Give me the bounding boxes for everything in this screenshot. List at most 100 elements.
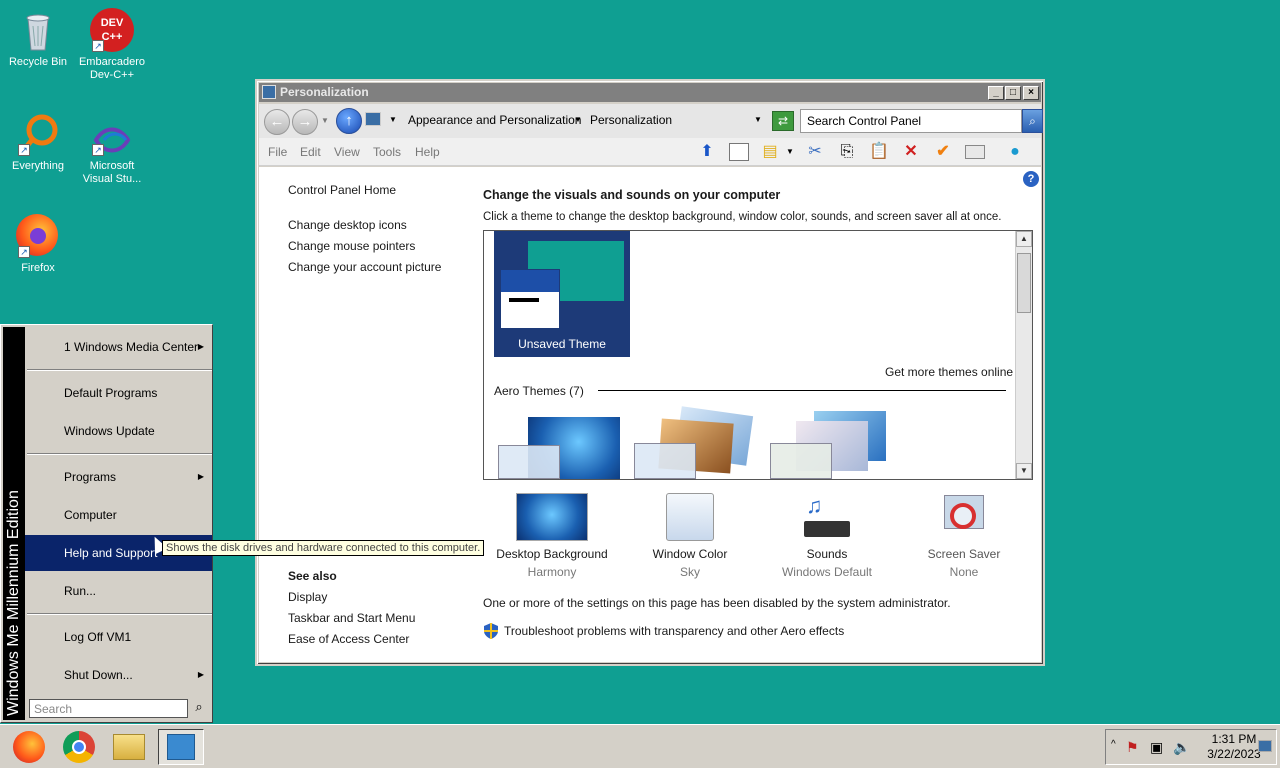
search-icon[interactable]: ⌕ [190, 699, 208, 718]
link-change-mouse-pointers[interactable]: Change mouse pointers [288, 239, 415, 253]
menu-edit[interactable]: Edit [300, 145, 321, 159]
action-center-icon[interactable]: ⚑ [1126, 739, 1139, 756]
volume-muted-icon[interactable]: 🔈 [1173, 739, 1190, 756]
taskbar: ^ ⚑ ▣ 🔈 1:31 PM 3/22/2023 [0, 724, 1280, 768]
aero-themes-header: Aero Themes (7) [494, 384, 584, 398]
taskbar-control-panel[interactable] [158, 729, 204, 765]
recent-pages-dropdown-icon[interactable]: ▼ [321, 116, 329, 125]
checkmark-icon[interactable]: ✔ [932, 141, 954, 163]
start-item-label: Help and Support [64, 546, 158, 560]
start-item-windows-update[interactable]: Windows Update [25, 413, 212, 449]
up-folder-button[interactable]: ↑ [336, 108, 362, 134]
clock[interactable]: 1:31 PM 3/22/2023 [1204, 732, 1264, 762]
back-button[interactable]: ← [264, 109, 290, 135]
page-heading: Change the visuals and sounds on your co… [483, 188, 781, 202]
search-icon[interactable]: ⌕ [1022, 109, 1043, 133]
link-change-account-picture[interactable]: Change your account picture [288, 260, 441, 274]
search-input[interactable]: Search Control Panel [800, 109, 1022, 133]
network-icon[interactable]: ▣ [1150, 739, 1163, 756]
folder-icon [113, 734, 145, 760]
taskbar-chrome[interactable] [60, 729, 98, 765]
up-arrow-icon[interactable]: ⬆ [696, 141, 718, 163]
desktop-icon-recycle-bin[interactable]: Recycle Bin [0, 8, 76, 69]
show-hidden-icons-icon[interactable]: ^ [1111, 739, 1116, 750]
start-separator [27, 613, 212, 615]
forward-button[interactable]: → [292, 109, 318, 135]
link-ease-of-access[interactable]: Ease of Access Center [288, 632, 409, 646]
paste-icon[interactable]: 📋 [868, 141, 890, 163]
shortcut-arrow-icon: ↗ [18, 144, 30, 156]
link-taskbar-start-menu[interactable]: Taskbar and Start Menu [288, 611, 415, 625]
link-control-panel-home[interactable]: Control Panel Home [288, 183, 396, 197]
show-desktop-icon[interactable] [1258, 740, 1272, 752]
taskbar-firefox[interactable] [10, 729, 48, 765]
window-title: Personalization [280, 85, 369, 99]
desktop-background-value: Harmony [527, 565, 577, 579]
menu-tools[interactable]: Tools [373, 145, 401, 159]
views-icon[interactable]: ▤ [759, 141, 781, 163]
shell-icon[interactable]: ● [1004, 141, 1026, 163]
close-button[interactable]: × [1023, 86, 1039, 100]
start-item-media-center[interactable]: 1 Windows Media Center ▶ [25, 329, 212, 365]
scroll-up-icon[interactable]: ▲ [1016, 231, 1032, 247]
scroll-down-icon[interactable]: ▼ [1016, 463, 1032, 479]
address-dropdown-icon[interactable]: ▼ [754, 115, 762, 124]
start-item-log-off[interactable]: Log Off VM1 [25, 619, 212, 655]
start-item-computer[interactable]: Computer [25, 497, 212, 533]
start-item-programs[interactable]: Programs ▶ [25, 459, 212, 495]
desktop-icon-visual-studio[interactable]: ↗ Microsoft Visual Stu... [74, 122, 150, 186]
group-divider [598, 390, 1006, 391]
desktop-icon-devcpp[interactable]: DEV C++ ↗ Embarcadero Dev-C++ [74, 8, 150, 82]
desktop-icon-firefox[interactable]: ↗ Firefox [0, 214, 76, 275]
sounds-icon: ♫ [802, 493, 852, 541]
desktop-background-setting[interactable]: Desktop Background Harmony [482, 493, 622, 579]
link-display[interactable]: Display [288, 590, 327, 604]
taskbar-explorer[interactable] [110, 729, 148, 765]
title-bar[interactable]: Personalization _ □ × [259, 83, 1041, 102]
chevron-down-icon[interactable]: ▼ [574, 115, 582, 124]
unsaved-theme-tile[interactable]: Unsaved Theme [494, 231, 630, 357]
clock-date: 3/22/2023 [1207, 747, 1261, 761]
link-troubleshoot-aero[interactable]: Troubleshoot problems with transparency … [504, 624, 844, 638]
aero-theme-architecture[interactable] [634, 406, 758, 479]
folders-pane-icon[interactable] [728, 141, 750, 163]
refresh-icon[interactable]: ⇄ [772, 111, 794, 131]
chevron-down-icon[interactable]: ▼ [389, 115, 397, 124]
maximize-button[interactable]: □ [1005, 86, 1021, 100]
cut-icon[interactable]: ✂ [804, 141, 826, 163]
link-change-desktop-icons[interactable]: Change desktop icons [288, 218, 407, 232]
start-item-default-programs[interactable]: Default Programs [25, 375, 212, 411]
aero-theme-windows7[interactable] [498, 417, 622, 479]
delete-icon[interactable]: ✕ [900, 141, 922, 163]
desktop-icon-everything[interactable]: ↗ Everything [0, 112, 76, 173]
control-panel-icon [365, 112, 381, 126]
breadcrumb-personalization[interactable]: Personalization [590, 113, 672, 127]
start-menu-banner-text: Windows Me Millennium Edition [5, 490, 22, 716]
minimize-button[interactable]: _ [988, 86, 1004, 100]
breadcrumb-appearance[interactable]: Appearance and Personalization [408, 113, 581, 127]
link-get-more-themes[interactable]: Get more themes online [885, 365, 1013, 379]
submenu-arrow-icon: ▶ [197, 670, 204, 679]
copy-icon[interactable]: ⎘ [836, 141, 858, 163]
start-item-shut-down[interactable]: Shut Down... ▶ [25, 657, 212, 693]
menu-view[interactable]: View [334, 145, 360, 159]
window-color-setting[interactable]: Window Color Sky [620, 493, 760, 579]
start-item-run[interactable]: Run... [25, 573, 212, 609]
properties-icon[interactable] [964, 141, 986, 163]
start-separator [27, 369, 212, 371]
help-icon[interactable]: ? [1023, 171, 1039, 187]
sounds-setting[interactable]: ♫ Sounds Windows Default [757, 493, 897, 579]
desktop-background-label: Desktop Background [496, 547, 608, 561]
shortcut-arrow-icon: ↗ [18, 246, 30, 258]
menu-help[interactable]: Help [415, 145, 440, 159]
start-search-input[interactable]: Search [29, 699, 188, 718]
menu-file[interactable]: File [268, 145, 287, 159]
scroll-thumb[interactable] [1017, 253, 1031, 313]
aero-theme-nature[interactable] [770, 411, 894, 479]
firefox-icon: ↗ [16, 214, 60, 258]
shortcut-arrow-icon: ↗ [92, 40, 104, 52]
chevron-down-icon[interactable]: ▼ [779, 141, 801, 163]
desktop-icon-label: Microsoft Visual Stu... [82, 160, 142, 185]
desktop-icon-label: Embarcadero Dev-C++ [78, 56, 146, 81]
theme-list-scrollbar[interactable]: ▲ ▼ [1015, 231, 1032, 479]
